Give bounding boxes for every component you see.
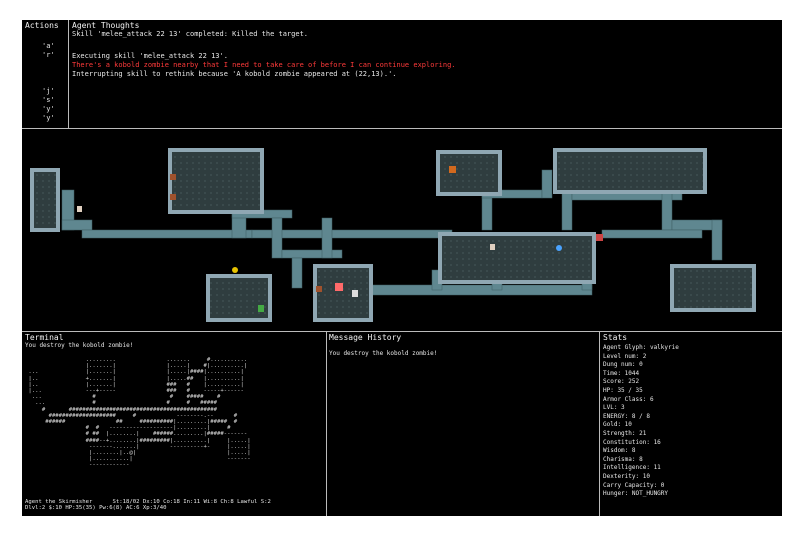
stat-line: Wisdom: 8 [603, 447, 636, 455]
game-screen: Actions 'a' 'r' 'j' 's' 'y' 'y' Agent Th… [22, 20, 782, 516]
message-line: You destroy the kobold zombie! [329, 350, 438, 357]
action-key: 'j' [42, 87, 55, 95]
item-icon [449, 166, 456, 173]
stat-line: Level num: 2 [603, 352, 647, 360]
stat-line: Carry Capacity: 0 [603, 481, 665, 489]
item-icon [596, 234, 603, 241]
stat-line: Score: 252 [603, 378, 640, 386]
item-icon [490, 244, 495, 250]
message-history-header: Message History [329, 333, 402, 342]
divider [22, 128, 782, 129]
action-key: 'y' [42, 105, 55, 113]
status-line-2: Dlvl:2 $:10 HP:35(35) Pw:6(8) AC:6 Xp:3/… [25, 505, 167, 511]
ascii-line: ------------ [25, 462, 255, 469]
stat-line: Gold: 10 [603, 421, 632, 429]
stat-line: Time: 1044 [603, 369, 640, 377]
action-key: 'a' [42, 42, 55, 50]
stats-header: Stats [603, 333, 628, 342]
room [670, 264, 756, 312]
door-icon [170, 194, 176, 200]
terminal-header: Terminal [25, 333, 64, 342]
stat-line: LVL: 3 [603, 404, 625, 412]
room [436, 150, 502, 196]
door-icon [170, 174, 176, 180]
room [313, 264, 373, 322]
thought-line: Interrupting skill to rethink because 'A… [72, 70, 397, 78]
action-key: 's' [42, 96, 55, 104]
stat-line: Dexterity: 10 [603, 472, 650, 480]
terminal-panel: Terminal You destroy the kobold zombie! … [25, 333, 325, 516]
gold-icon [232, 267, 238, 273]
thought-line: Skill 'melee_attack 22 13' completed: Ki… [72, 30, 309, 38]
stat-line: HP: 35 / 35 [603, 386, 643, 394]
stat-line: Armor Class: 6 [603, 395, 654, 403]
stairs-icon [258, 305, 264, 312]
actions-panel: Actions 'a' 'r' 'j' 's' 'y' 'y' [25, 21, 69, 127]
action-key: 'y' [42, 114, 55, 122]
terminal-message: You destroy the kobold zombie! [25, 342, 134, 349]
room [30, 168, 60, 232]
thought-line [72, 39, 772, 48]
stat-line: Hunger: NOT_HUNGRY [603, 490, 669, 498]
thought-line: Executing skill 'melee_attack 22 13'. [72, 52, 228, 60]
room [438, 232, 596, 284]
message-history-panel: Message History You destroy the kobold z… [329, 333, 599, 516]
item-icon [352, 290, 358, 297]
divider [68, 20, 69, 128]
room [168, 148, 264, 214]
door-icon [316, 286, 322, 292]
actions-header: Actions [25, 21, 59, 30]
monster-icon [556, 245, 562, 251]
stat-line: Charisma: 8 [603, 455, 643, 463]
thoughts-header: Agent Thoughts [72, 21, 140, 30]
stat-line: Intelligence: 11 [603, 464, 661, 472]
stat-line: Agent Glyph: valkyrie [603, 344, 679, 351]
divider [326, 332, 327, 516]
stats-panel: Stats Agent Glyph: valkyrie Level num: 2… [603, 333, 781, 516]
stat-line: Strength: 21 [603, 429, 647, 437]
dungeon-map [30, 148, 756, 322]
stat-line: Dung num: 0 [603, 361, 643, 369]
room [206, 274, 272, 322]
divider [22, 331, 782, 332]
thought-line-alert: There's a kobold zombie nearby that I ne… [72, 61, 456, 69]
thoughts-panel: Agent Thoughts Skill 'melee_attack 22 13… [72, 21, 772, 127]
room [553, 148, 707, 194]
player-icon [335, 283, 343, 291]
action-key: 'r' [42, 51, 55, 59]
divider [599, 332, 600, 516]
stat-line: Constitution: 16 [603, 438, 661, 446]
stat-line: ENERGY: 8 / 8 [603, 412, 650, 420]
item-icon [77, 206, 82, 212]
